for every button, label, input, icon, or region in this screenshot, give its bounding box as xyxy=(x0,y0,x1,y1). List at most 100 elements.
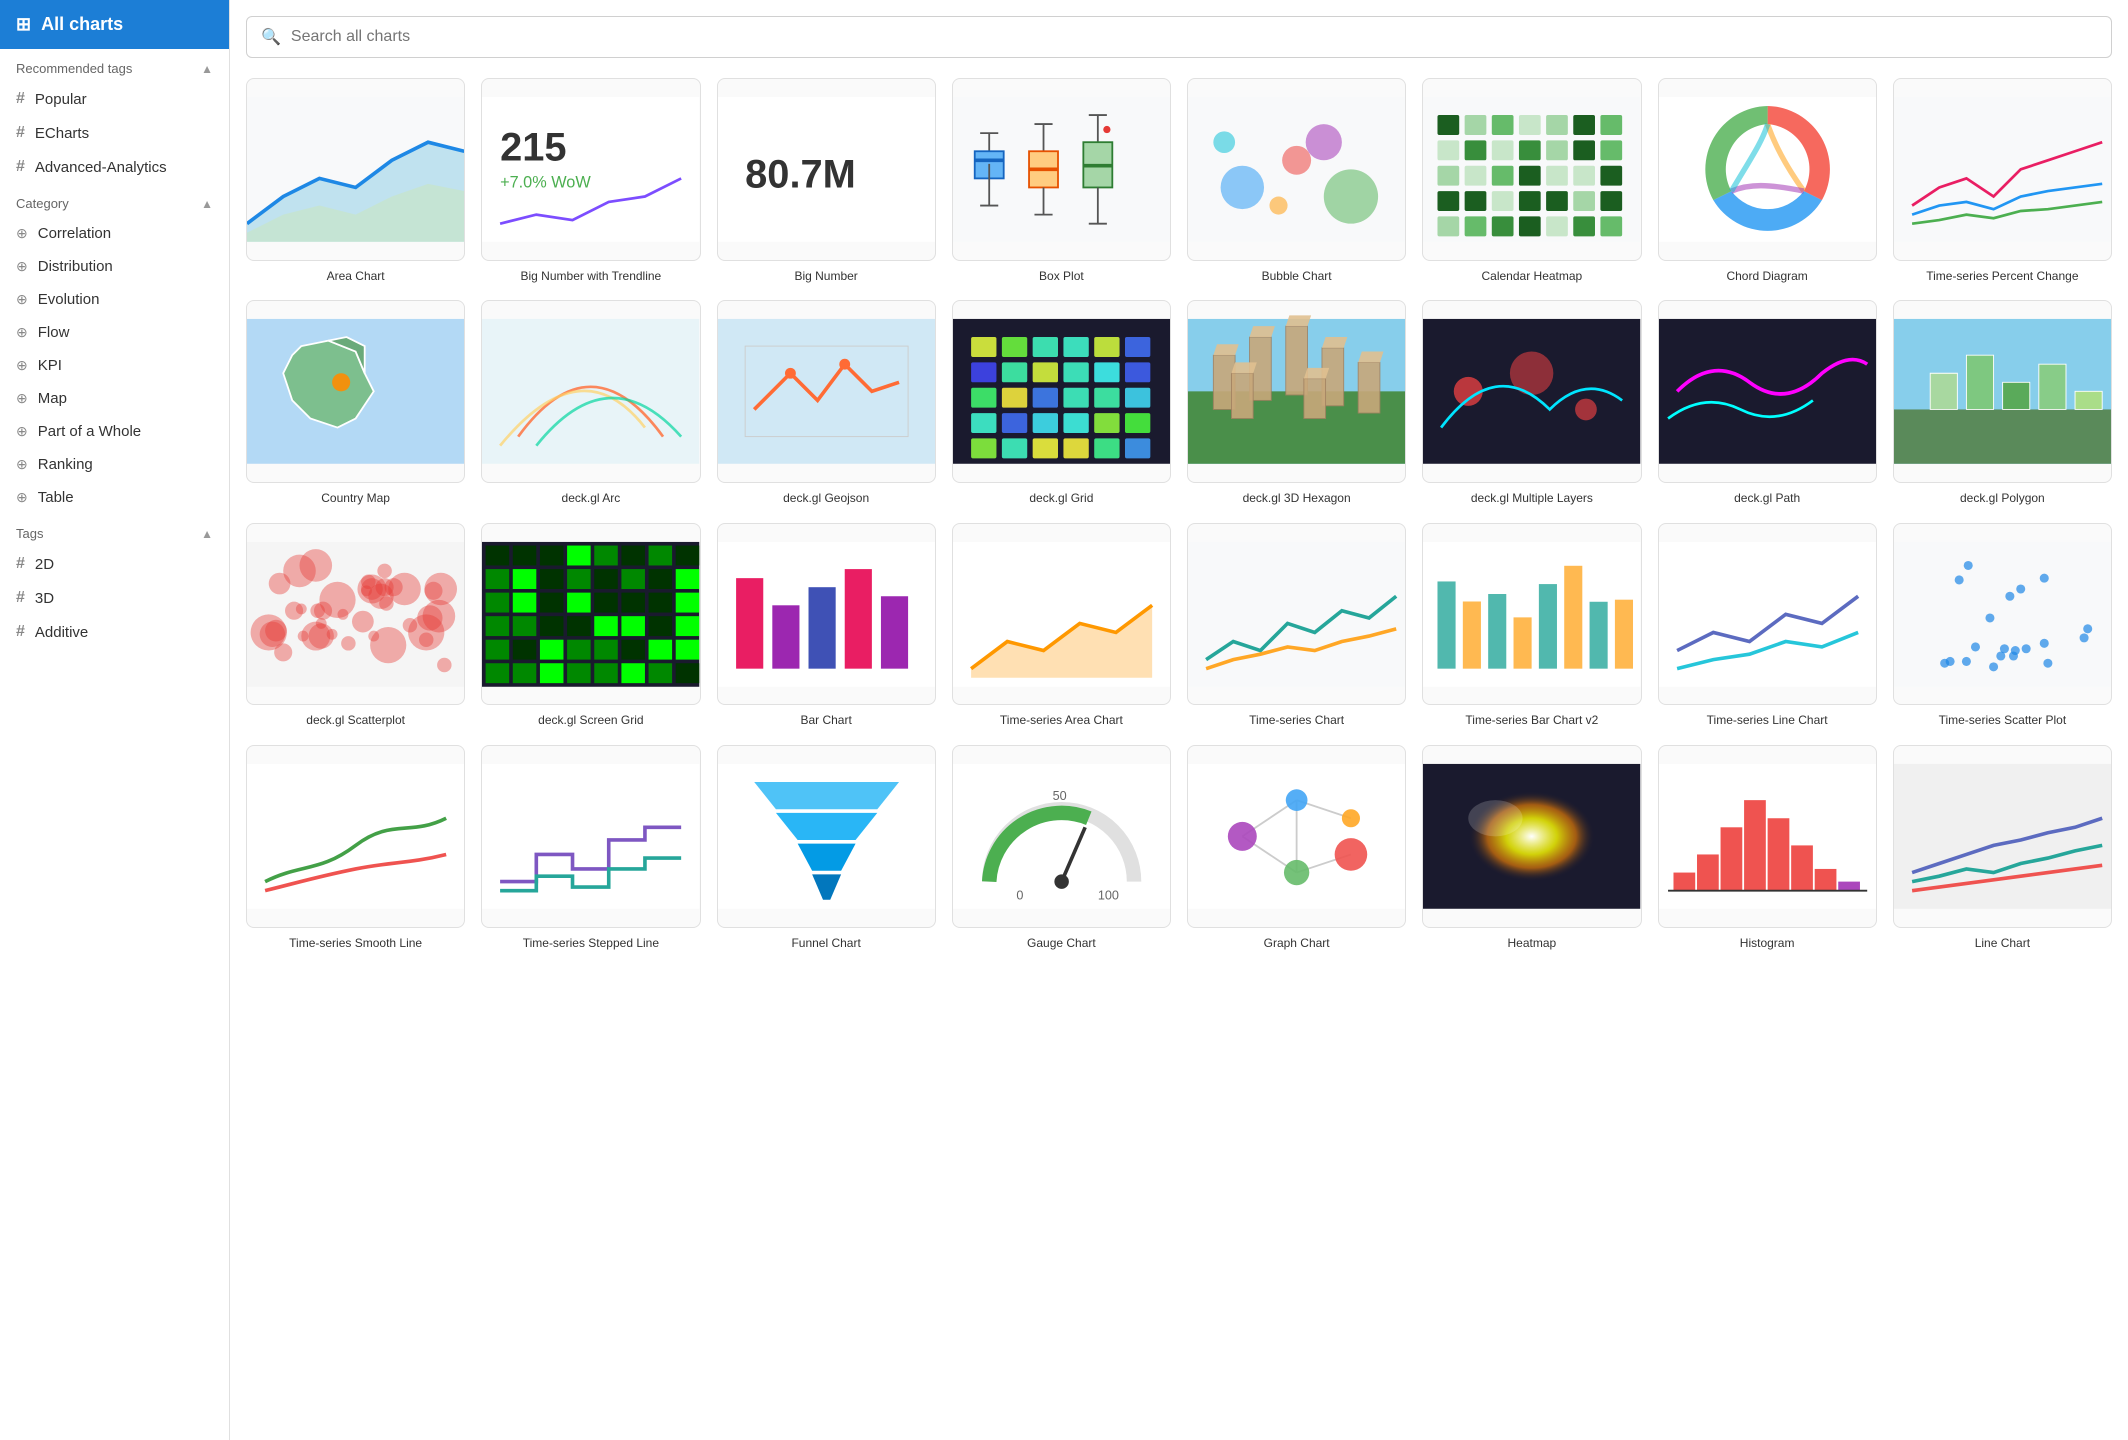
chart-card-gauge[interactable]: 0 50 100 Gauge Chart xyxy=(952,745,1171,951)
chart-card-timeseries-line[interactable]: Time-series Line Chart xyxy=(1658,523,1877,729)
search-input[interactable] xyxy=(291,28,2097,46)
chart-card-bignumber[interactable]: 80.7M Big Number xyxy=(717,78,936,284)
sidebar-tag-popular[interactable]: #Popular xyxy=(0,82,229,116)
chart-card-timeseries-area[interactable]: Time-series Area Chart xyxy=(952,523,1171,729)
svg-text:50: 50 xyxy=(1052,789,1066,803)
chart-label: deck.gl Multiple Layers xyxy=(1471,491,1593,507)
chart-label: Time-series Smooth Line xyxy=(289,936,422,952)
chart-thumbnail xyxy=(1187,78,1406,261)
category-map[interactable]: ⊕Map xyxy=(0,382,229,415)
tags-list: #2D#3D#Additive xyxy=(0,547,229,649)
chart-card-deckgl-multi[interactable]: deck.gl Multiple Layers xyxy=(1422,300,1641,506)
hash-icon: # xyxy=(16,158,25,176)
tag-label: 2D xyxy=(35,556,54,573)
chart-card-deckgl-arc[interactable]: deck.gl Arc xyxy=(481,300,700,506)
chart-label: Time-series Bar Chart v2 xyxy=(1465,713,1598,729)
category-label: Category xyxy=(16,196,69,211)
category-ranking[interactable]: ⊕Ranking xyxy=(0,448,229,481)
chart-label: deck.gl Geojson xyxy=(783,491,869,507)
chart-label: Country Map xyxy=(321,491,390,507)
chart-card-bubble[interactable]: Bubble Chart xyxy=(1187,78,1406,284)
chart-label: Box Plot xyxy=(1039,269,1084,285)
category-label: Part of a Whole xyxy=(38,423,141,440)
chart-card-deckgl-geojson[interactable]: deck.gl Geojson xyxy=(717,300,936,506)
search-bar[interactable]: 🔍 xyxy=(246,16,2112,58)
chart-card-timeseries-bar[interactable]: Time-series Bar Chart v2 xyxy=(1422,523,1641,729)
chart-card-bar[interactable]: Bar Chart xyxy=(717,523,936,729)
svg-text:100: 100 xyxy=(1098,889,1119,903)
chart-card-funnel[interactable]: Funnel Chart xyxy=(717,745,936,951)
categories-list: ⊕Correlation⊕Distribution⊕Evolution⊕Flow… xyxy=(0,217,229,514)
chart-card-deckgl-scatter[interactable]: deck.gl Scatterplot xyxy=(246,523,465,729)
recommended-tags-list: #Popular#ECharts # Advanced-Analytics xyxy=(0,82,229,184)
tag-additive[interactable]: #Additive xyxy=(0,615,229,649)
chart-thumbnail: 80.7M xyxy=(717,78,936,261)
chart-card-timeseries-pct[interactable]: Time-series Percent Change xyxy=(1893,78,2112,284)
category-kpi[interactable]: ⊕KPI xyxy=(0,349,229,382)
chart-card-line[interactable]: Line Chart xyxy=(1893,745,2112,951)
category-icon: ⊕ xyxy=(16,225,28,242)
tag-2d[interactable]: #2D xyxy=(0,547,229,581)
category-label: Map xyxy=(38,390,67,407)
chart-card-timeseries-smooth[interactable]: Time-series Smooth Line xyxy=(246,745,465,951)
category-icon: ⊕ xyxy=(16,489,28,506)
category-icon: ⊕ xyxy=(16,357,28,374)
tags-section: Tags ▲ xyxy=(0,514,229,547)
chart-card-deckgl-3dhex[interactable]: deck.gl 3D Hexagon xyxy=(1187,300,1406,506)
chart-thumbnail xyxy=(1893,523,2112,706)
chart-card-boxplot[interactable]: Box Plot xyxy=(952,78,1171,284)
svg-text:80.7M: 80.7M xyxy=(745,152,856,196)
chart-label: Time-series Chart xyxy=(1249,713,1344,729)
chart-thumbnail xyxy=(1187,745,1406,928)
chart-card-graph[interactable]: Graph Chart xyxy=(1187,745,1406,951)
tag-label: Advanced-Analytics xyxy=(35,159,167,176)
chart-label: deck.gl Grid xyxy=(1029,491,1093,507)
all-charts-nav[interactable]: ⊞ All charts xyxy=(0,0,229,49)
sidebar-tag-advanced-analytics[interactable]: # Advanced-Analytics xyxy=(0,150,229,184)
hash-icon: # xyxy=(16,623,25,641)
chart-label: Time-series Percent Change xyxy=(1926,269,2078,285)
category-flow[interactable]: ⊕Flow xyxy=(0,316,229,349)
chart-card-calendar[interactable]: Calendar Heatmap xyxy=(1422,78,1641,284)
sidebar-tag-echarts[interactable]: #ECharts xyxy=(0,116,229,150)
chart-label: deck.gl 3D Hexagon xyxy=(1243,491,1351,507)
chart-card-deckgl-grid[interactable]: deck.gl Grid xyxy=(952,300,1171,506)
category-evolution[interactable]: ⊕Evolution xyxy=(0,283,229,316)
chart-label: deck.gl Scatterplot xyxy=(306,713,405,729)
chart-thumbnail xyxy=(246,523,465,706)
category-part-of-a-whole[interactable]: ⊕Part of a Whole xyxy=(0,415,229,448)
chart-card-timeseries-stepped[interactable]: Time-series Stepped Line xyxy=(481,745,700,951)
chart-card-deckgl-screengrid[interactable]: deck.gl Screen Grid xyxy=(481,523,700,729)
chart-label: Time-series Scatter Plot xyxy=(1939,713,2067,729)
chart-card-histogram[interactable]: Histogram xyxy=(1658,745,1877,951)
chart-card-area[interactable]: Area Chart xyxy=(246,78,465,284)
chart-grid: Area Chart 215 +7.0% WoW Big Number with… xyxy=(246,78,2112,951)
chart-card-timeseries[interactable]: Time-series Chart xyxy=(1187,523,1406,729)
category-distribution[interactable]: ⊕Distribution xyxy=(0,250,229,283)
chart-thumbnail xyxy=(481,523,700,706)
chart-card-chord[interactable]: Chord Diagram xyxy=(1658,78,1877,284)
chart-card-deckgl-path[interactable]: deck.gl Path xyxy=(1658,300,1877,506)
chart-label: Calendar Heatmap xyxy=(1482,269,1583,285)
chart-label: Gauge Chart xyxy=(1027,936,1096,952)
category-label: Correlation xyxy=(38,225,111,242)
grid-icon: ⊞ xyxy=(16,14,31,35)
chart-card-deckgl-polygon[interactable]: deck.gl Polygon xyxy=(1893,300,2112,506)
sidebar: ⊞ All charts Recommended tags ▲ #Popular… xyxy=(0,0,230,1440)
chart-thumbnail xyxy=(717,523,936,706)
chart-card-countrymap[interactable]: Country Map xyxy=(246,300,465,506)
chart-thumbnail xyxy=(1422,745,1641,928)
chart-thumbnail xyxy=(246,745,465,928)
tag-3d[interactable]: #3D xyxy=(0,581,229,615)
tags-label: Tags xyxy=(16,526,43,541)
all-charts-label: All charts xyxy=(41,14,123,35)
chart-card-timeseries-scatter[interactable]: Time-series Scatter Plot xyxy=(1893,523,2112,729)
chart-card-heatmap[interactable]: Heatmap xyxy=(1422,745,1641,951)
chart-thumbnail xyxy=(952,300,1171,483)
chart-card-bignumber-trend[interactable]: 215 +7.0% WoW Big Number with Trendline xyxy=(481,78,700,284)
category-correlation[interactable]: ⊕ Correlation xyxy=(0,217,229,250)
category-label: Table xyxy=(38,489,74,506)
category-table[interactable]: ⊕ Table xyxy=(0,481,229,514)
chevron-up-icon-2: ▲ xyxy=(201,197,213,211)
category-label: Distribution xyxy=(38,258,113,275)
